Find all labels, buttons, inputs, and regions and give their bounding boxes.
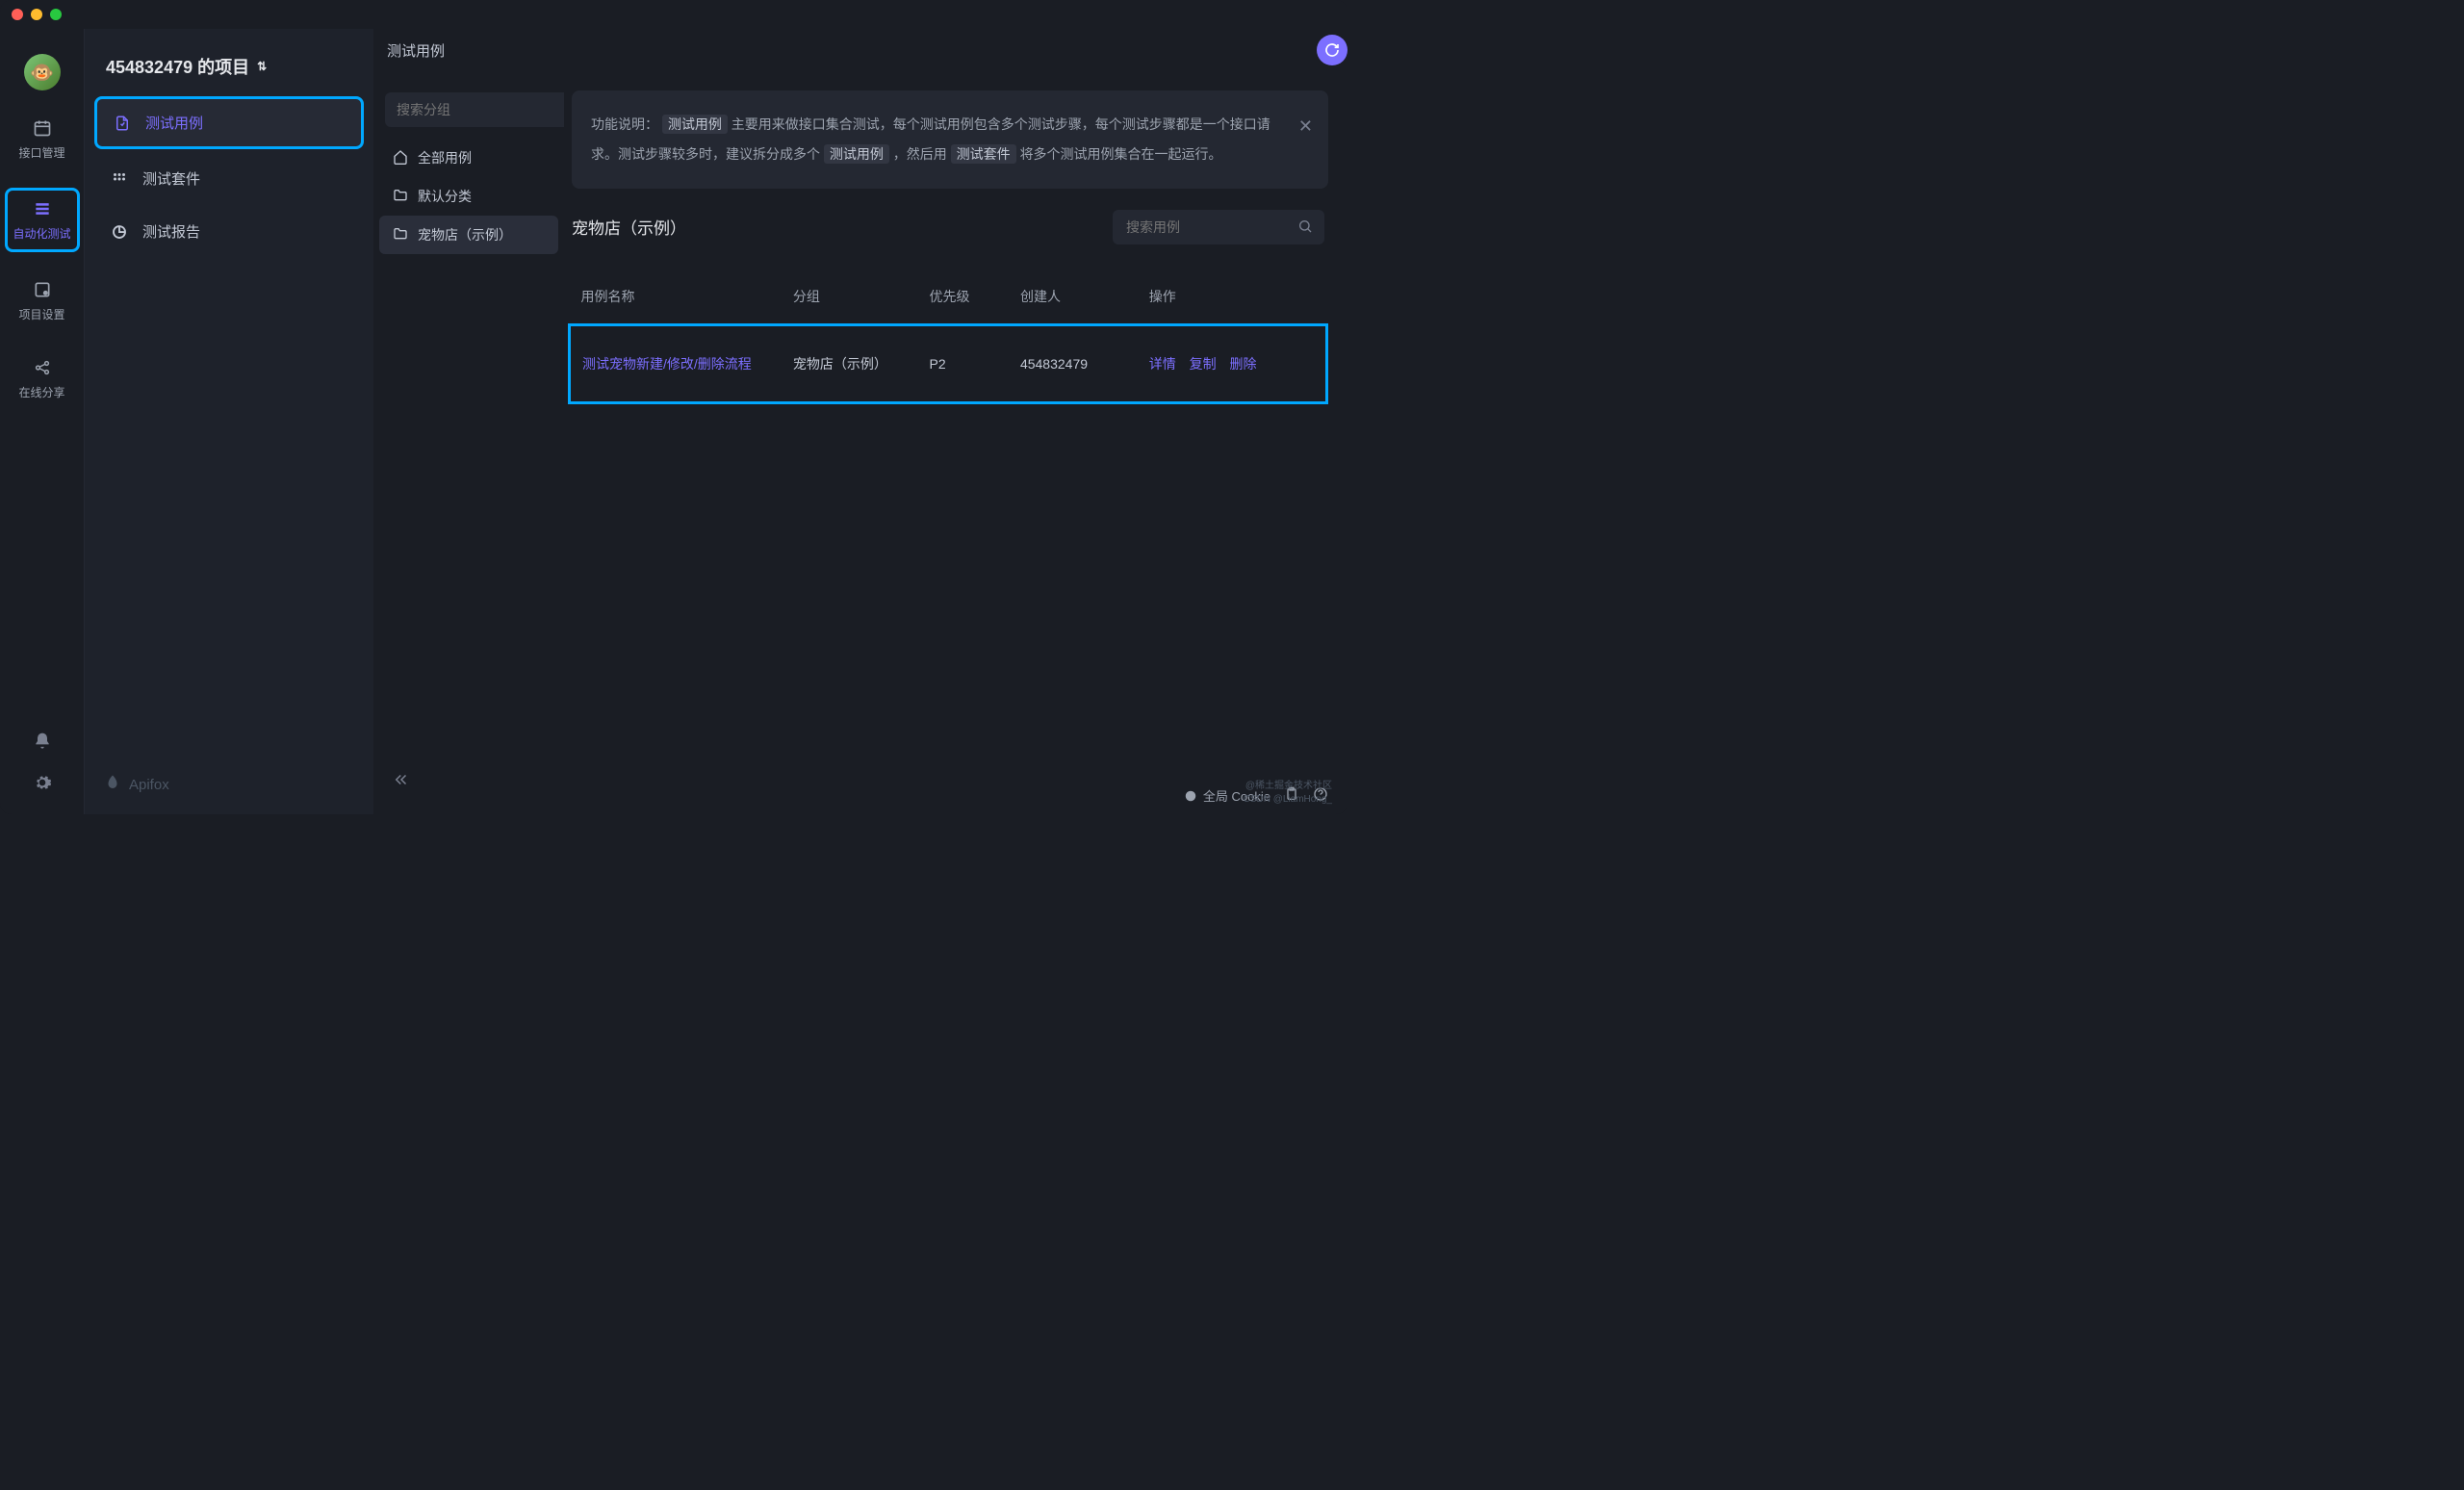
bell-icon[interactable] [33,732,52,754]
action-detail[interactable]: 详情 [1149,356,1176,372]
nav-label: 测试报告 [142,221,200,242]
rail-item-api-management[interactable]: 接口管理 [5,110,80,168]
tree-default-group[interactable]: 默认分类 [379,177,558,216]
rail-item-automated-testing[interactable]: 自动化测试 [5,188,80,252]
icon-rail: 🐵 接口管理 自动化测试 项目设置 [0,29,85,814]
nav-label: 测试套件 [142,168,200,189]
folder-icon [393,188,408,206]
group-tree-panel: ＋ 全部用例 默认分类 [373,79,564,814]
help-icon[interactable] [1313,786,1328,805]
status-bar: 全局 Cookie [373,777,1348,814]
col-group: 分组 [782,270,918,325]
rail-label: 在线分享 [18,384,64,400]
tree-petstore-group[interactable]: 宠物店（示例） [379,216,558,254]
rail-label: 自动化测试 [13,225,70,242]
tree-label: 全部用例 [418,148,472,167]
brand-footer: Apifox [85,755,373,814]
calendar-icon [32,117,53,139]
clipboard-icon[interactable] [1284,786,1299,805]
rail-label: 项目设置 [18,306,64,322]
col-priority: 优先级 [918,270,1009,325]
avatar[interactable]: 🐵 [24,54,61,90]
cell-priority: P2 [918,324,1009,403]
cell-name[interactable]: 测试宠物新建/修改/删除流程 [570,324,782,403]
banner-text: ，然后用 [893,146,947,162]
section-title: 宠物店（示例） [572,215,686,239]
nav-label: 测试用例 [145,113,203,133]
table-row[interactable]: 测试宠物新建/修改/删除流程 宠物店（示例） P2 454832479 详情 复… [570,324,1327,403]
close-window-button[interactable] [12,9,23,20]
home-icon [393,149,408,167]
project-selector[interactable]: 454832479 的项目 ⇅ [85,29,373,96]
folder-icon [393,226,408,244]
brand-name: Apifox [129,777,169,793]
banner-tag: 测试用例 [662,115,728,134]
nav-test-reports[interactable]: 测试报告 [94,208,364,255]
banner-tag: 测试用例 [824,144,889,164]
action-copy[interactable]: 复制 [1190,356,1217,372]
file-icon [113,114,132,133]
col-creator: 创建人 [1009,270,1138,325]
project-title: 454832479 的项目 [106,54,249,79]
main-content: 功能说明： 测试用例 主要用来做接口集合测试，每个测试用例包含多个测试步骤，每个… [564,79,1348,814]
page-title: 测试用例 [387,40,445,61]
refresh-button[interactable] [1317,35,1348,65]
share-icon [32,357,53,378]
cell-group: 宠物店（示例） [782,324,918,403]
cell-creator: 454832479 [1009,324,1138,403]
cases-table: 用例名称 分组 优先级 创建人 操作 测试宠物新建/修改/删除流程 宠物店（示例… [568,270,1328,405]
stack-icon [32,198,53,219]
info-banner: 功能说明： 测试用例 主要用来做接口集合测试，每个测试用例包含多个测试步骤，每个… [572,90,1328,189]
col-name: 用例名称 [570,270,782,325]
window-titlebar [0,0,1348,29]
footer-cookie-label: 全局 Cookie [1203,786,1270,805]
modules-icon [110,169,129,189]
rail-label: 接口管理 [18,144,64,161]
global-cookie-button[interactable]: 全局 Cookie [1184,786,1270,805]
group-search-input[interactable] [385,92,582,127]
nav-test-cases[interactable]: 测试用例 [94,96,364,149]
search-icon [1297,218,1313,237]
col-actions: 操作 [1138,270,1327,325]
database-icon [32,279,53,300]
banner-text: 将多个测试用例集合在一起运行。 [1020,146,1222,162]
nav-test-suites[interactable]: 测试套件 [94,155,364,202]
banner-tag: 测试套件 [951,144,1016,164]
rail-item-project-settings[interactable]: 项目设置 [5,271,80,330]
maximize-window-button[interactable] [50,9,62,20]
close-icon[interactable]: ✕ [1298,108,1313,146]
chart-icon [110,222,129,242]
tree-all-cases[interactable]: 全部用例 [379,139,558,177]
minimize-window-button[interactable] [31,9,42,20]
chevron-updown-icon: ⇅ [257,60,267,73]
gear-icon[interactable] [33,773,52,795]
case-search-input[interactable] [1113,210,1324,244]
apifox-logo-icon [104,774,121,795]
banner-prefix: 功能说明： [591,116,658,132]
action-delete[interactable]: 删除 [1230,356,1257,372]
rail-item-online-share[interactable]: 在线分享 [5,349,80,408]
tree-label: 宠物店（示例） [418,225,512,244]
tree-label: 默认分类 [418,187,472,206]
cell-actions: 详情 复制 删除 [1138,324,1327,403]
sidebar: 454832479 的项目 ⇅ 测试用例 测试套件 [85,29,373,814]
